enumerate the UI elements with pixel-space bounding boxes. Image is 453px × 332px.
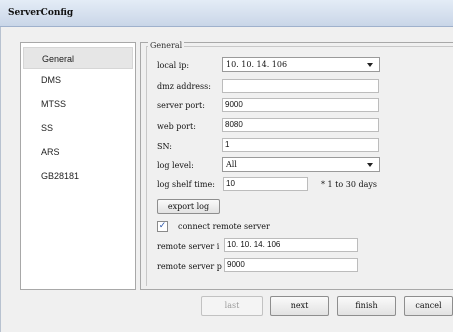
remote-server-ip-input[interactable]: 10. 10. 14. 106 — [224, 238, 358, 252]
nav-item-dms[interactable]: DMS — [23, 69, 133, 91]
remote-server-port-label: remote server p — [157, 262, 222, 271]
nav-item-ars[interactable]: ARS — [23, 141, 133, 163]
remote-server-ip-label: remote server i — [157, 242, 220, 251]
log-level-value: All — [226, 160, 237, 169]
chevron-down-icon — [367, 63, 373, 67]
next-button[interactable]: next — [270, 296, 329, 316]
local-ip-dropdown[interactable]: 10. 10. 14. 106 — [222, 57, 380, 72]
export-log-button[interactable]: export log — [157, 199, 220, 214]
finish-button[interactable]: finish — [337, 296, 396, 316]
chevron-down-icon — [367, 163, 373, 167]
sn-label: SN: — [157, 142, 172, 151]
last-button[interactable]: last — [201, 296, 263, 316]
nav-item-general[interactable]: General — [23, 47, 133, 69]
log-level-label: log level: — [157, 161, 194, 170]
nav-item-mtss[interactable]: MTSS — [23, 93, 133, 115]
sn-input[interactable]: 1 — [222, 138, 379, 152]
connect-remote-checkbox[interactable]: ✓ — [157, 221, 168, 232]
local-ip-label: local ip: — [157, 61, 190, 70]
log-shelf-time-hint: * 1 to 30 days — [321, 180, 377, 189]
dmz-address-label: dmz address: — [157, 82, 211, 91]
server-port-input[interactable]: 9000 — [222, 98, 379, 112]
nav-panel: General DMS MTSS SS ARS GB28181 — [20, 42, 136, 290]
title-bar: ServerConfig — [0, 0, 453, 27]
log-shelf-time-label: log shelf time: — [157, 180, 215, 189]
server-port-label: server port: — [157, 101, 205, 110]
log-shelf-time-input[interactable]: 10 — [223, 177, 308, 191]
dmz-address-input[interactable] — [222, 79, 379, 93]
general-group-title: General — [148, 41, 185, 50]
nav-item-gb28181[interactable]: GB28181 — [23, 165, 133, 187]
web-port-label: web port: — [157, 122, 196, 131]
connect-remote-label: connect remote server — [178, 222, 270, 231]
web-port-input[interactable]: 8080 — [222, 118, 379, 132]
cancel-button[interactable]: cancel — [404, 296, 453, 316]
log-level-dropdown[interactable]: All — [222, 157, 380, 172]
local-ip-value: 10. 10. 14. 106 — [226, 60, 288, 69]
remote-server-port-input[interactable]: 9000 — [224, 258, 358, 272]
window-title: ServerConfig — [8, 8, 74, 18]
nav-item-ss[interactable]: SS — [23, 117, 133, 139]
